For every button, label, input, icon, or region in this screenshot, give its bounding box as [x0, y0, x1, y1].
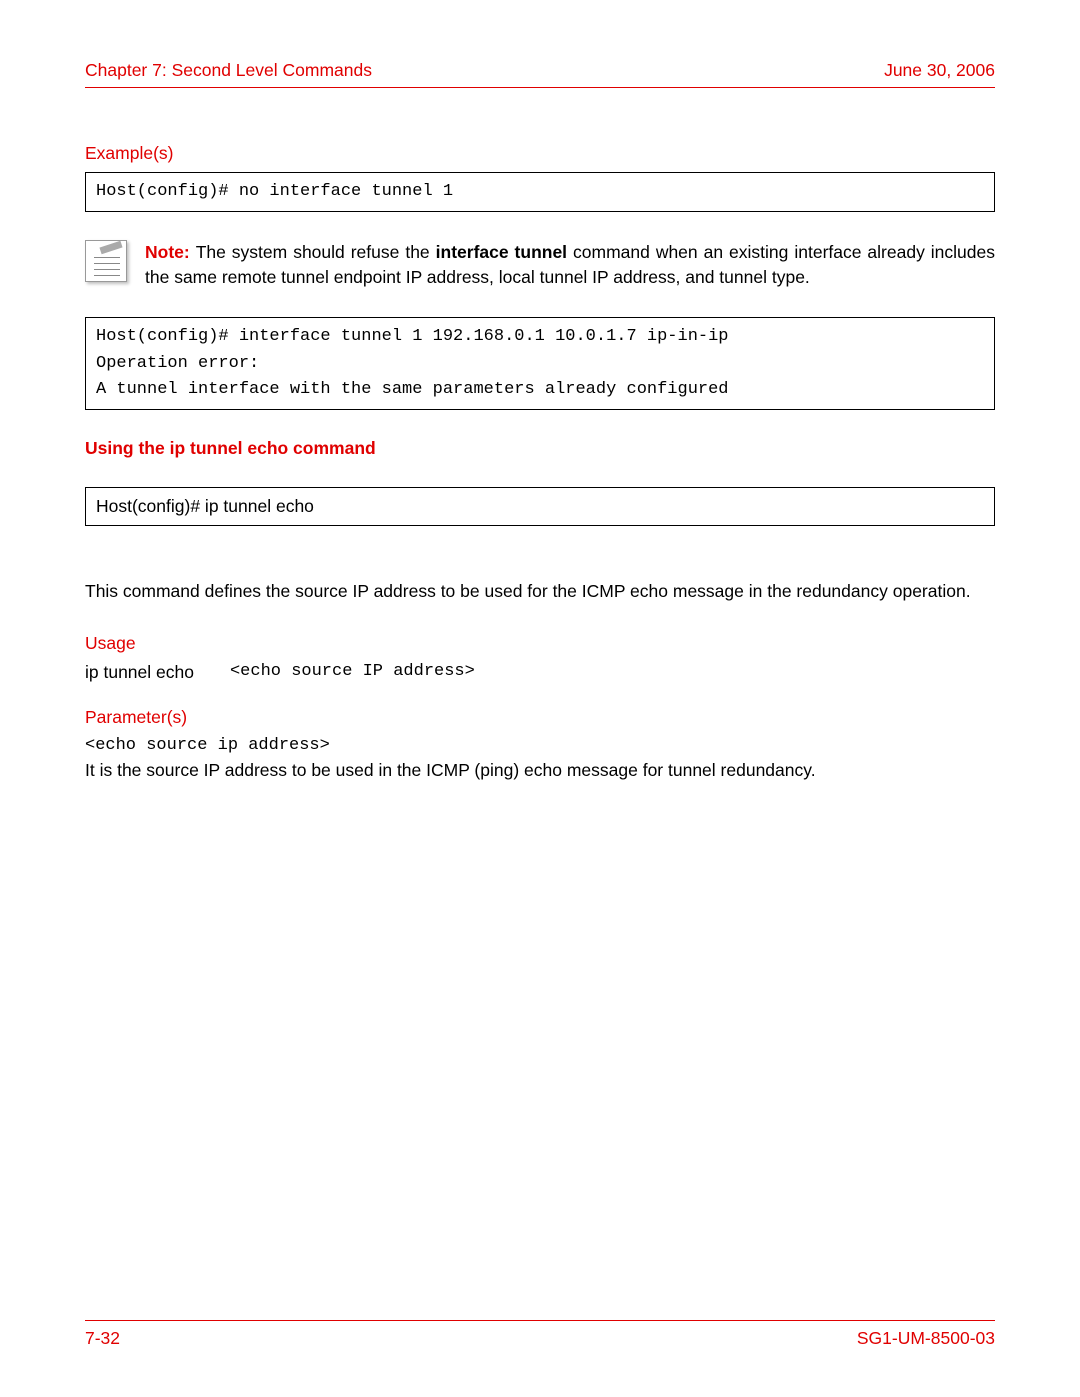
footer-doc-id: SG1-UM-8500-03 — [857, 1328, 995, 1349]
footer-page-number: 7-32 — [85, 1328, 120, 1349]
section-heading: Using the ip tunnel echo command — [85, 438, 995, 459]
usage-line: ip tunnel echo <echo source IP address> — [85, 662, 995, 683]
page-container: Chapter 7: Second Level Commands June 30… — [0, 0, 1080, 783]
note-text: Note: The system should refuse the inter… — [145, 240, 995, 289]
syntax-box: Host(config)# ip tunnel echo — [85, 487, 995, 526]
command-description: This command defines the source IP addre… — [85, 578, 995, 604]
note-label: Note: — [145, 242, 196, 262]
code-block-1: Host(config)# no interface tunnel 1 — [85, 172, 995, 212]
header-date: June 30, 2006 — [884, 60, 995, 81]
usage-arg: <echo source IP address> — [230, 662, 475, 683]
header-rule — [85, 87, 995, 88]
code-block-2: Host(config)# interface tunnel 1 192.168… — [85, 317, 995, 410]
page-footer: 7-32 SG1-UM-8500-03 — [85, 1328, 995, 1349]
chapter-title: Chapter 7: Second Level Commands — [85, 60, 372, 81]
note-bold-command: interface tunnel — [436, 242, 567, 262]
parameters-label: Parameter(s) — [85, 707, 995, 728]
parameter-name: <echo source ip address> — [85, 736, 995, 755]
usage-label: Usage — [85, 633, 995, 654]
usage-command: ip tunnel echo — [85, 662, 194, 683]
note-icon — [85, 240, 127, 282]
examples-label: Example(s) — [85, 143, 995, 164]
note-body-pre: The system should refuse the — [196, 242, 436, 262]
footer-rule — [85, 1320, 995, 1321]
page-header: Chapter 7: Second Level Commands June 30… — [85, 60, 995, 81]
note-block: Note: The system should refuse the inter… — [85, 240, 995, 289]
parameter-description: It is the source IP address to be used i… — [85, 757, 995, 783]
